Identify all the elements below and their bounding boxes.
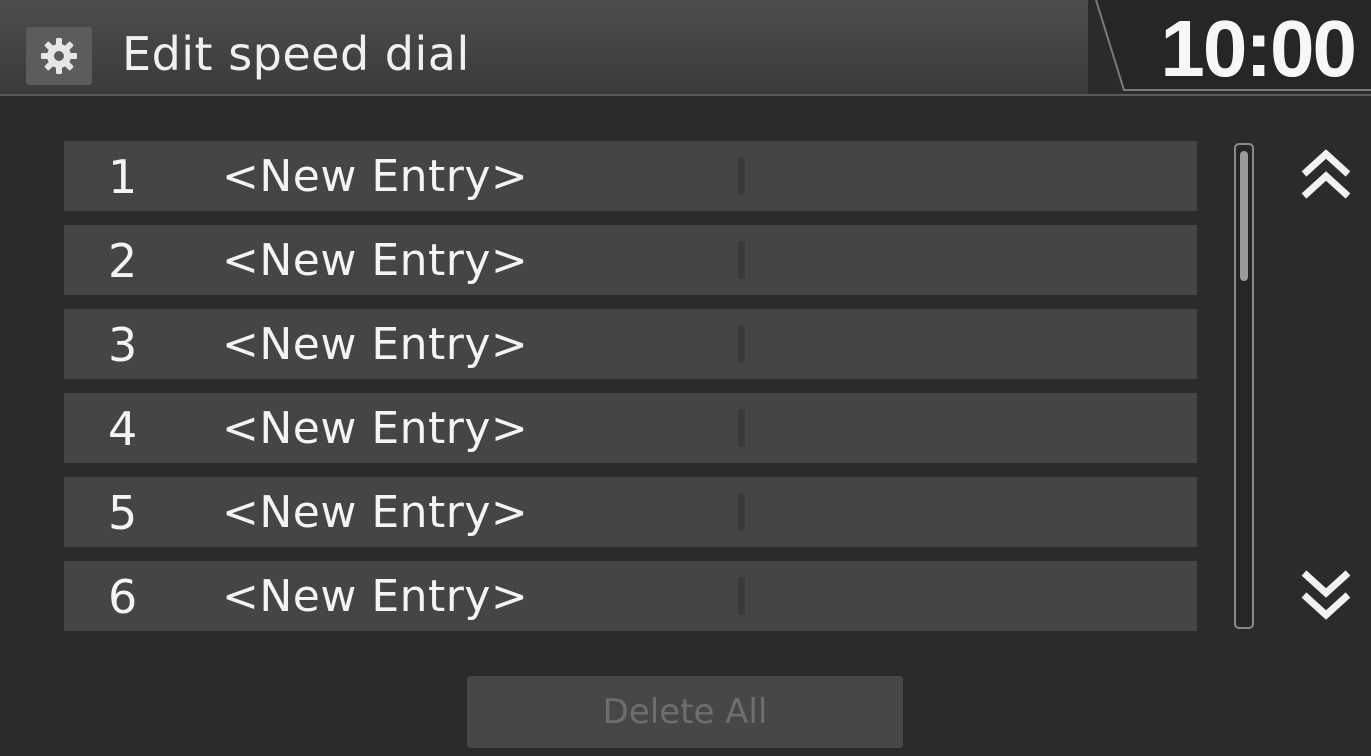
row-divider: [738, 325, 745, 363]
row-divider: [738, 157, 745, 195]
scrollbar[interactable]: [1234, 143, 1254, 629]
double-chevron-up-icon: [1301, 149, 1351, 199]
page-title: Edit speed dial: [122, 27, 470, 81]
entry-label: <New Entry>: [222, 571, 529, 622]
clock: 10:00: [1160, 4, 1357, 93]
double-chevron-down-icon: [1301, 570, 1351, 620]
row-divider: [738, 241, 745, 279]
entry-label: <New Entry>: [222, 487, 529, 538]
entry-label: <New Entry>: [222, 403, 529, 454]
list-item[interactable]: 3 <New Entry>: [64, 309, 1197, 379]
gear-icon: [41, 38, 77, 74]
row-divider: [738, 409, 745, 447]
list-item[interactable]: 2 <New Entry>: [64, 225, 1197, 295]
clock-panel: 10:00: [1088, 0, 1371, 96]
entry-number: 1: [108, 150, 138, 204]
entry-number: 3: [108, 318, 138, 372]
settings-button[interactable]: [26, 27, 92, 85]
header-bar: Edit speed dial 10:00: [0, 0, 1371, 96]
entry-number: 5: [108, 486, 138, 540]
scroll-up-button[interactable]: [1296, 148, 1356, 204]
entry-label: <New Entry>: [222, 151, 529, 202]
header-divider: [0, 94, 1371, 96]
scroll-thumb[interactable]: [1240, 151, 1248, 281]
list-item[interactable]: 4 <New Entry>: [64, 393, 1197, 463]
row-divider: [738, 493, 745, 531]
row-divider: [738, 577, 745, 615]
delete-all-button[interactable]: Delete All: [467, 676, 903, 748]
list-item[interactable]: 5 <New Entry>: [64, 477, 1197, 547]
entry-label: <New Entry>: [222, 319, 529, 370]
entry-number: 2: [108, 234, 138, 288]
list-item[interactable]: 6 <New Entry>: [64, 561, 1197, 631]
entry-number: 4: [108, 402, 138, 456]
entry-number: 6: [108, 570, 138, 624]
entry-label: <New Entry>: [222, 235, 529, 286]
speed-dial-list: 1 <New Entry> 2 <New Entry> 3 <New Entry…: [64, 141, 1197, 645]
list-item[interactable]: 1 <New Entry>: [64, 141, 1197, 211]
scroll-down-button[interactable]: [1296, 565, 1356, 621]
